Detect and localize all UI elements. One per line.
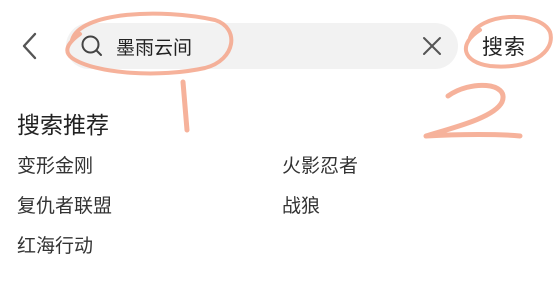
- search-icon: [80, 34, 104, 58]
- recommendations-title: 搜索推荐: [17, 113, 109, 139]
- search-bar[interactable]: [66, 23, 458, 69]
- clear-search-button[interactable]: [420, 34, 444, 58]
- recommendation-item[interactable]: 复仇者联盟: [17, 192, 112, 220]
- recommendation-item[interactable]: 战狼: [282, 192, 320, 220]
- back-arrow-icon: [22, 32, 37, 60]
- back-button[interactable]: [14, 28, 46, 64]
- recommendation-item[interactable]: 火影忍者: [282, 152, 358, 180]
- search-header: 搜索: [0, 0, 556, 96]
- search-submit-button[interactable]: 搜索: [482, 32, 526, 62]
- search-input[interactable]: [114, 30, 418, 62]
- recommendation-item[interactable]: 红海行动: [17, 232, 93, 260]
- close-icon: [423, 37, 441, 55]
- recommendation-item[interactable]: 变形金刚: [17, 152, 93, 180]
